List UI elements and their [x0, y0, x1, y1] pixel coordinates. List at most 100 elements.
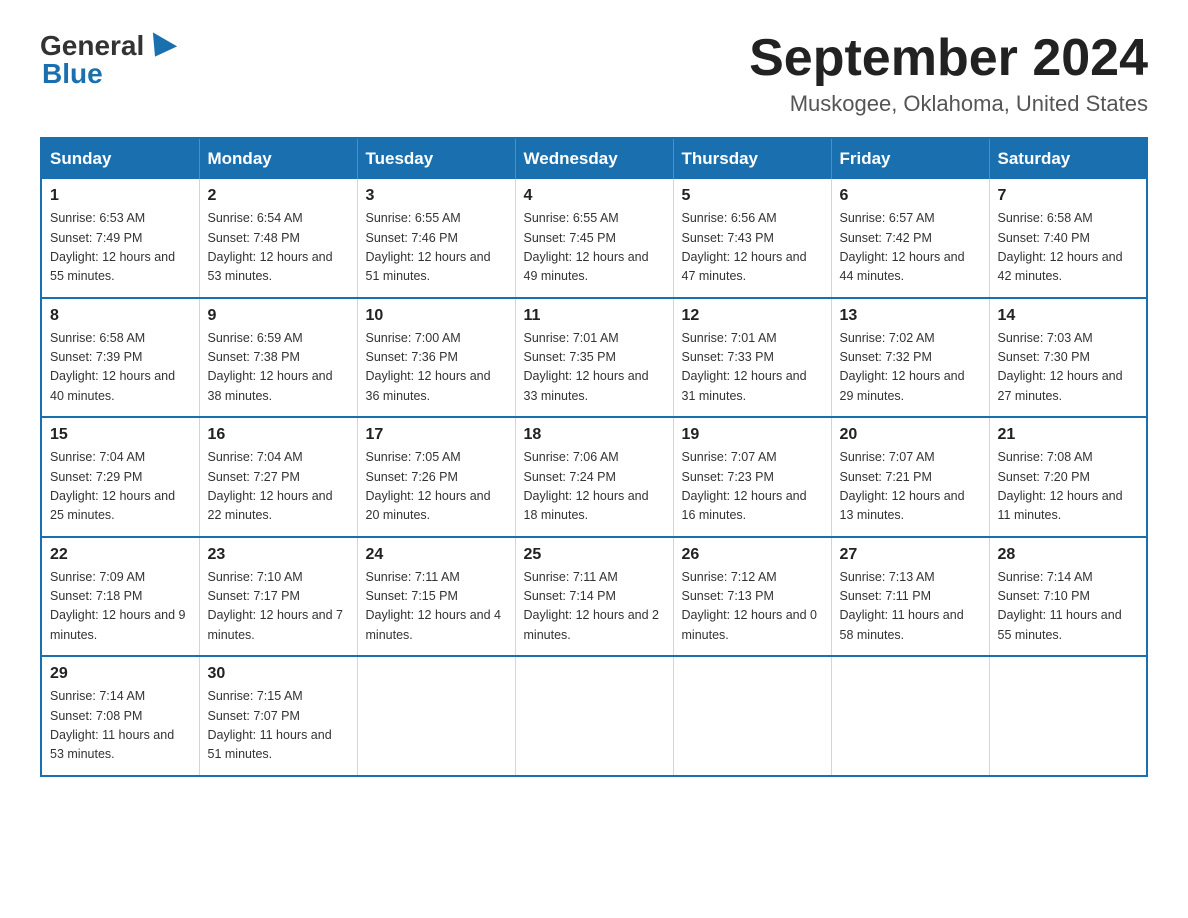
day-number: 4	[524, 187, 665, 205]
day-info: Sunrise: 7:02 AMSunset: 7:32 PMDaylight:…	[840, 329, 981, 407]
calendar-cell: 22 Sunrise: 7:09 AMSunset: 7:18 PMDaylig…	[41, 537, 199, 657]
day-info: Sunrise: 7:01 AMSunset: 7:35 PMDaylight:…	[524, 329, 665, 407]
day-number: 17	[366, 426, 507, 444]
day-info: Sunrise: 7:07 AMSunset: 7:23 PMDaylight:…	[682, 448, 823, 526]
header-wednesday: Wednesday	[515, 138, 673, 179]
calendar-cell: 28 Sunrise: 7:14 AMSunset: 7:10 PMDaylig…	[989, 537, 1147, 657]
day-number: 13	[840, 307, 981, 325]
week-row-5: 29 Sunrise: 7:14 AMSunset: 7:08 PMDaylig…	[41, 656, 1147, 776]
header-monday: Monday	[199, 138, 357, 179]
calendar-cell	[673, 656, 831, 776]
header-saturday: Saturday	[989, 138, 1147, 179]
logo-triangle-icon	[143, 32, 177, 63]
week-row-4: 22 Sunrise: 7:09 AMSunset: 7:18 PMDaylig…	[41, 537, 1147, 657]
day-number: 19	[682, 426, 823, 444]
calendar-table: SundayMondayTuesdayWednesdayThursdayFrid…	[40, 137, 1148, 777]
day-number: 29	[50, 665, 191, 683]
calendar-cell	[357, 656, 515, 776]
day-number: 27	[840, 546, 981, 564]
day-number: 26	[682, 546, 823, 564]
calendar-cell: 26 Sunrise: 7:12 AMSunset: 7:13 PMDaylig…	[673, 537, 831, 657]
calendar-cell: 7 Sunrise: 6:58 AMSunset: 7:40 PMDayligh…	[989, 179, 1147, 298]
day-info: Sunrise: 7:00 AMSunset: 7:36 PMDaylight:…	[366, 329, 507, 407]
location-text: Muskogee, Oklahoma, United States	[749, 91, 1148, 117]
day-info: Sunrise: 7:12 AMSunset: 7:13 PMDaylight:…	[682, 568, 823, 646]
day-info: Sunrise: 7:01 AMSunset: 7:33 PMDaylight:…	[682, 329, 823, 407]
calendar-cell: 27 Sunrise: 7:13 AMSunset: 7:11 PMDaylig…	[831, 537, 989, 657]
day-number: 8	[50, 307, 191, 325]
day-number: 23	[208, 546, 349, 564]
header-tuesday: Tuesday	[357, 138, 515, 179]
day-number: 21	[998, 426, 1139, 444]
day-number: 18	[524, 426, 665, 444]
day-number: 24	[366, 546, 507, 564]
day-number: 11	[524, 307, 665, 325]
day-info: Sunrise: 7:11 AMSunset: 7:15 PMDaylight:…	[366, 568, 507, 646]
day-info: Sunrise: 6:59 AMSunset: 7:38 PMDaylight:…	[208, 329, 349, 407]
day-number: 5	[682, 187, 823, 205]
day-number: 3	[366, 187, 507, 205]
calendar-cell: 8 Sunrise: 6:58 AMSunset: 7:39 PMDayligh…	[41, 298, 199, 418]
calendar-cell: 5 Sunrise: 6:56 AMSunset: 7:43 PMDayligh…	[673, 179, 831, 298]
header-row: SundayMondayTuesdayWednesdayThursdayFrid…	[41, 138, 1147, 179]
day-info: Sunrise: 7:10 AMSunset: 7:17 PMDaylight:…	[208, 568, 349, 646]
calendar-cell: 24 Sunrise: 7:11 AMSunset: 7:15 PMDaylig…	[357, 537, 515, 657]
day-info: Sunrise: 7:14 AMSunset: 7:10 PMDaylight:…	[998, 568, 1139, 646]
calendar-cell: 20 Sunrise: 7:07 AMSunset: 7:21 PMDaylig…	[831, 417, 989, 537]
day-number: 15	[50, 426, 191, 444]
day-number: 7	[998, 187, 1139, 205]
header-sunday: Sunday	[41, 138, 199, 179]
calendar-cell: 10 Sunrise: 7:00 AMSunset: 7:36 PMDaylig…	[357, 298, 515, 418]
header-thursday: Thursday	[673, 138, 831, 179]
calendar-cell	[989, 656, 1147, 776]
day-number: 16	[208, 426, 349, 444]
calendar-cell: 17 Sunrise: 7:05 AMSunset: 7:26 PMDaylig…	[357, 417, 515, 537]
calendar-cell	[831, 656, 989, 776]
day-number: 30	[208, 665, 349, 683]
day-info: Sunrise: 6:58 AMSunset: 7:40 PMDaylight:…	[998, 209, 1139, 287]
day-info: Sunrise: 6:56 AMSunset: 7:43 PMDaylight:…	[682, 209, 823, 287]
calendar-cell: 12 Sunrise: 7:01 AMSunset: 7:33 PMDaylig…	[673, 298, 831, 418]
day-info: Sunrise: 6:55 AMSunset: 7:46 PMDaylight:…	[366, 209, 507, 287]
day-info: Sunrise: 7:08 AMSunset: 7:20 PMDaylight:…	[998, 448, 1139, 526]
day-number: 14	[998, 307, 1139, 325]
calendar-cell: 14 Sunrise: 7:03 AMSunset: 7:30 PMDaylig…	[989, 298, 1147, 418]
header-friday: Friday	[831, 138, 989, 179]
calendar-cell: 15 Sunrise: 7:04 AMSunset: 7:29 PMDaylig…	[41, 417, 199, 537]
week-row-1: 1 Sunrise: 6:53 AMSunset: 7:49 PMDayligh…	[41, 179, 1147, 298]
day-number: 20	[840, 426, 981, 444]
day-info: Sunrise: 6:57 AMSunset: 7:42 PMDaylight:…	[840, 209, 981, 287]
calendar-cell: 29 Sunrise: 7:14 AMSunset: 7:08 PMDaylig…	[41, 656, 199, 776]
calendar-cell: 18 Sunrise: 7:06 AMSunset: 7:24 PMDaylig…	[515, 417, 673, 537]
day-number: 6	[840, 187, 981, 205]
day-info: Sunrise: 7:15 AMSunset: 7:07 PMDaylight:…	[208, 687, 349, 765]
day-info: Sunrise: 6:55 AMSunset: 7:45 PMDaylight:…	[524, 209, 665, 287]
calendar-cell: 4 Sunrise: 6:55 AMSunset: 7:45 PMDayligh…	[515, 179, 673, 298]
week-row-2: 8 Sunrise: 6:58 AMSunset: 7:39 PMDayligh…	[41, 298, 1147, 418]
calendar-cell	[515, 656, 673, 776]
day-number: 10	[366, 307, 507, 325]
logo-blue-text: Blue	[42, 58, 103, 89]
day-info: Sunrise: 7:06 AMSunset: 7:24 PMDaylight:…	[524, 448, 665, 526]
day-number: 22	[50, 546, 191, 564]
page-header: General Blue September 2024 Muskogee, Ok…	[40, 30, 1148, 117]
day-info: Sunrise: 7:09 AMSunset: 7:18 PMDaylight:…	[50, 568, 191, 646]
day-info: Sunrise: 7:03 AMSunset: 7:30 PMDaylight:…	[998, 329, 1139, 407]
day-number: 2	[208, 187, 349, 205]
calendar-cell: 9 Sunrise: 6:59 AMSunset: 7:38 PMDayligh…	[199, 298, 357, 418]
day-number: 1	[50, 187, 191, 205]
calendar-cell: 6 Sunrise: 6:57 AMSunset: 7:42 PMDayligh…	[831, 179, 989, 298]
day-info: Sunrise: 7:04 AMSunset: 7:27 PMDaylight:…	[208, 448, 349, 526]
calendar-cell: 3 Sunrise: 6:55 AMSunset: 7:46 PMDayligh…	[357, 179, 515, 298]
month-title: September 2024	[749, 30, 1148, 87]
week-row-3: 15 Sunrise: 7:04 AMSunset: 7:29 PMDaylig…	[41, 417, 1147, 537]
calendar-cell: 21 Sunrise: 7:08 AMSunset: 7:20 PMDaylig…	[989, 417, 1147, 537]
calendar-cell: 11 Sunrise: 7:01 AMSunset: 7:35 PMDaylig…	[515, 298, 673, 418]
day-info: Sunrise: 7:13 AMSunset: 7:11 PMDaylight:…	[840, 568, 981, 646]
calendar-cell: 23 Sunrise: 7:10 AMSunset: 7:17 PMDaylig…	[199, 537, 357, 657]
day-number: 9	[208, 307, 349, 325]
day-info: Sunrise: 7:14 AMSunset: 7:08 PMDaylight:…	[50, 687, 191, 765]
calendar-cell: 19 Sunrise: 7:07 AMSunset: 7:23 PMDaylig…	[673, 417, 831, 537]
title-area: September 2024 Muskogee, Oklahoma, Unite…	[749, 30, 1148, 117]
day-number: 25	[524, 546, 665, 564]
